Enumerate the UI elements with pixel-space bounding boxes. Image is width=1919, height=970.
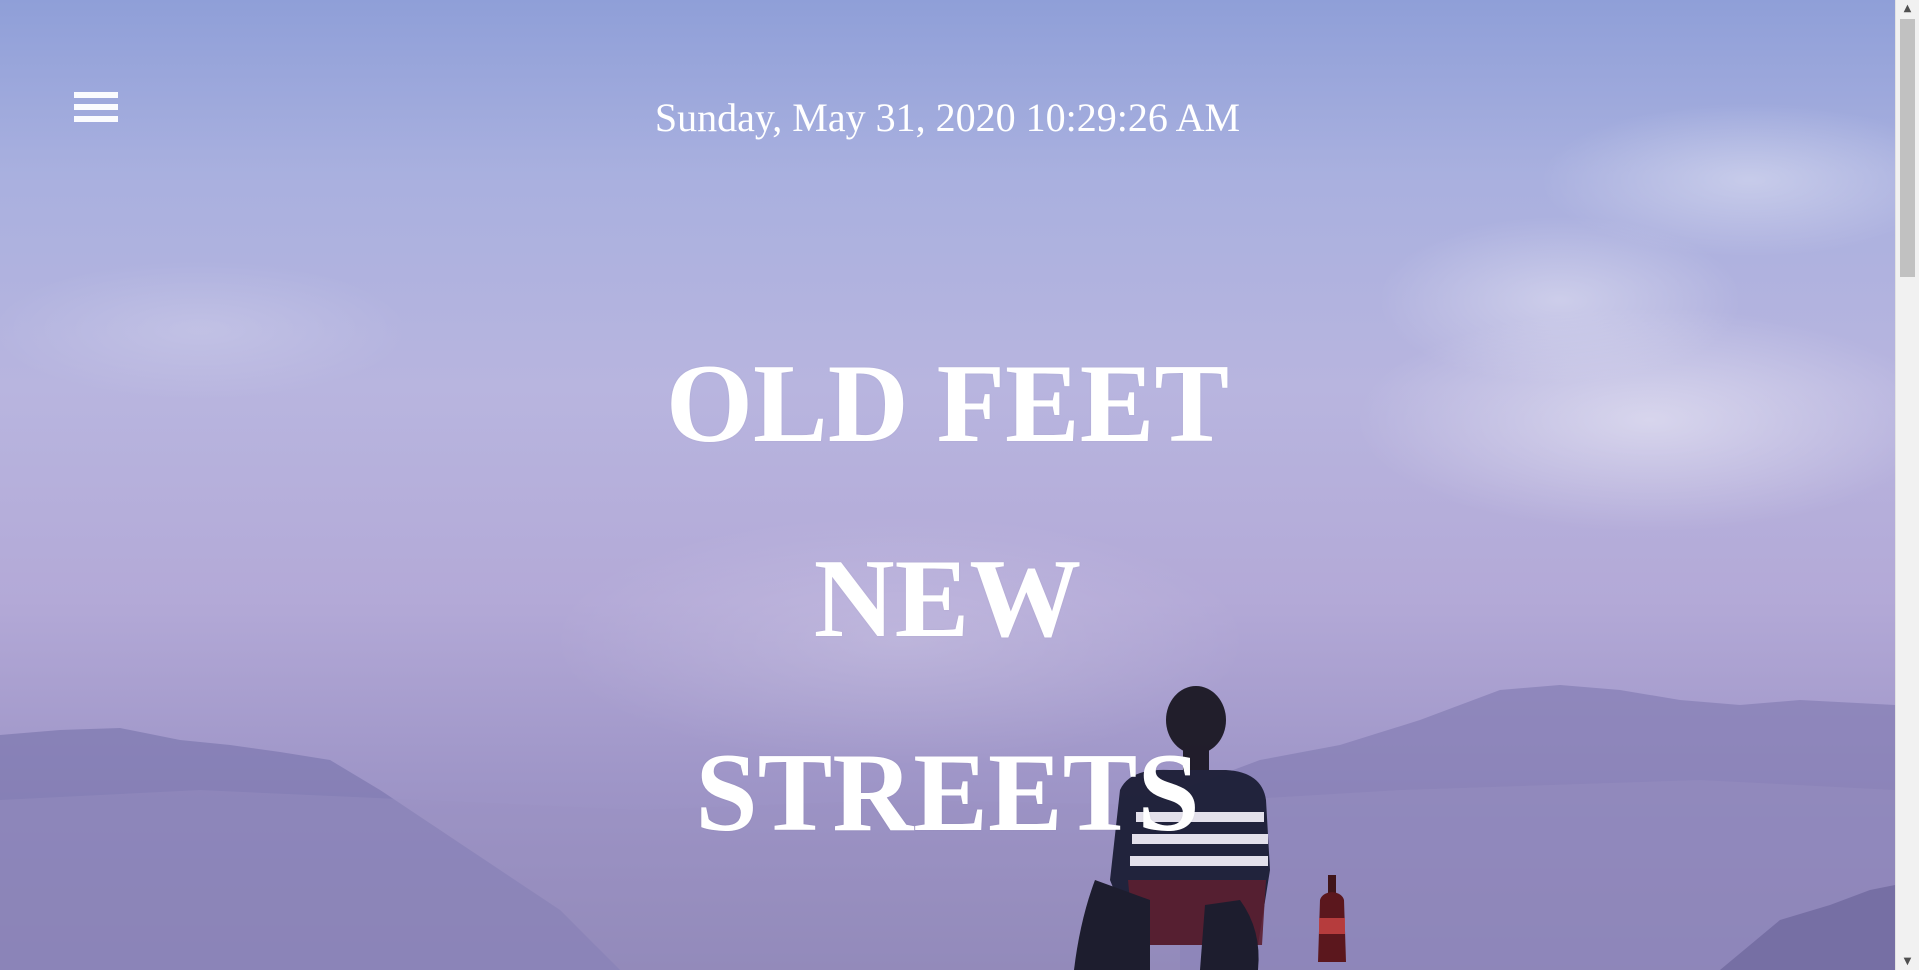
vertical-scrollbar[interactable]: ▲ ▼ [1895,0,1919,970]
hero-title-line-2: NEW [813,537,1082,661]
scroll-down-arrow-icon[interactable]: ▼ [1896,953,1919,970]
hero-title-line-3: STREETS [695,731,1200,855]
scrollbar-thumb[interactable] [1900,19,1915,277]
current-datetime: Sunday, May 31, 2020 10:29:26 AM [654,95,1241,140]
scroll-up-arrow-icon[interactable]: ▲ [1896,0,1919,17]
hero-title-line-1: OLD FEET [665,342,1230,466]
